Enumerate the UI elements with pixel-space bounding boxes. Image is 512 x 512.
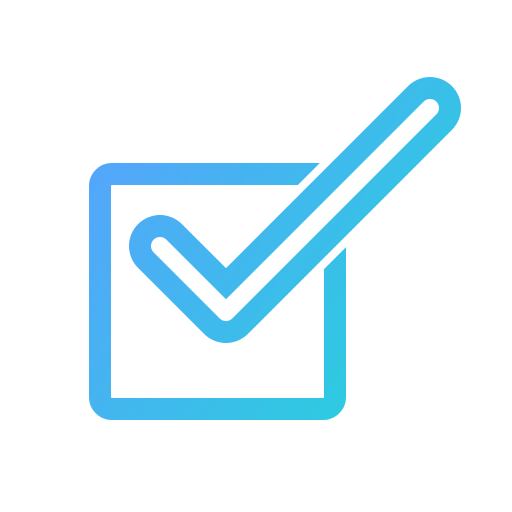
checkbox-checked-icon (89, 77, 461, 420)
check-mark (129, 77, 461, 343)
icon-canvas (0, 0, 512, 512)
